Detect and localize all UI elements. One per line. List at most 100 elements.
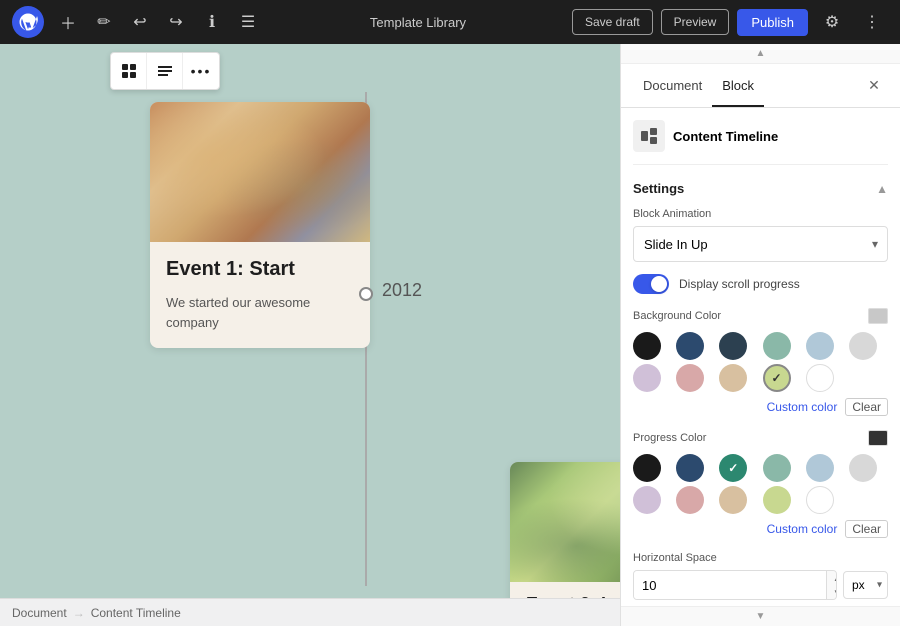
progress-swatch-yellow-green[interactable] [763,486,791,514]
progress-swatch-light-blue[interactable] [806,454,834,482]
top-bar: ＋ ✏ ↩ ↪ ℹ ☰ Template Library Save draft … [0,0,900,44]
bg-color-preview [868,308,888,324]
event-1-body: Event 1: Start We started our awesome co… [150,242,370,348]
animation-select[interactable]: Slide In Up [633,226,888,262]
add-block-button[interactable]: ＋ [52,6,84,38]
event-1-title: Event 1: Start [166,258,354,281]
settings-button[interactable]: ⚙ [816,6,848,38]
top-bar-right: Save draft Preview Publish ⚙ ⋮ [572,6,888,38]
color-swatch-rose[interactable] [676,364,704,392]
progress-swatch-rose[interactable] [676,486,704,514]
h-space-input[interactable] [634,571,826,599]
block-name-label: Content Timeline [673,129,778,144]
color-swatch-sage-green[interactable] [763,332,791,360]
block-more-button[interactable]: ••• [183,53,219,89]
main-layout: ••• Event 1: Start We started our awesom [0,44,900,626]
tab-document[interactable]: Document [633,66,712,107]
progress-color-header: Progress Color [633,430,888,446]
h-space-label: Horizontal Space [633,552,888,564]
block-grid-button[interactable] [111,53,147,89]
settings-collapse-icon: ▲ [876,182,888,196]
progress-custom-color-link[interactable]: Custom color [767,522,838,536]
top-bar-actions: ＋ ✏ ↩ ↪ ℹ ☰ [52,6,264,38]
save-draft-button[interactable]: Save draft [572,9,653,35]
bg-custom-color-link[interactable]: Custom color [767,400,838,414]
panel-scroll-up-button[interactable]: ▲ [621,44,900,64]
color-swatch-white[interactable] [806,364,834,392]
color-swatch-yellow-green[interactable] [763,364,791,392]
progress-swatch-sage-green[interactable] [763,454,791,482]
redo-button[interactable]: ↪ [160,6,192,38]
scroll-progress-row: Display scroll progress [633,274,888,294]
bg-color-section: Background Color [633,308,888,416]
settings-section: Settings ▲ Block Animation Slide In Up D… [633,181,888,606]
progress-swatch-teal[interactable] [719,454,747,482]
info-button[interactable]: ℹ [196,6,228,38]
animation-select-wrapper: Slide In Up [633,226,888,262]
h-space-increment[interactable]: ▲ [827,571,837,585]
canvas-content: Event 1: Start We started our awesome co… [50,92,620,626]
publish-button[interactable]: Publish [737,9,808,36]
progress-swatch-black[interactable] [633,454,661,482]
breadcrumb-arrow: → [73,606,85,620]
color-swatch-light-gray[interactable] [849,332,877,360]
block-toolbar: ••• [110,52,220,90]
color-swatch-dark-blue[interactable] [676,332,704,360]
timeline-dot-1 [359,287,373,301]
progress-color-label: Progress Color [633,432,706,444]
event-1-card: Event 1: Start We started our awesome co… [130,102,350,348]
editor-area: ••• Event 1: Start We started our awesom [0,44,620,626]
more-options-button[interactable]: ⋮ [856,6,888,38]
progress-swatch-lavender[interactable] [633,486,661,514]
progress-swatch-white[interactable] [806,486,834,514]
panel-content: Content Timeline Settings ▲ Block Animat… [621,108,900,606]
block-icon [633,120,665,152]
color-swatch-black[interactable] [633,332,661,360]
panel-scroll-down-button[interactable]: ▼ [621,606,900,626]
h-space-unit-wrapper: px % em [843,571,888,599]
block-align-button[interactable] [147,53,183,89]
preview-button[interactable]: Preview [661,9,730,35]
scroll-progress-toggle[interactable] [633,274,669,294]
progress-clear-button[interactable]: Clear [845,520,888,538]
panel-close-button[interactable]: ✕ [860,72,888,100]
event-2-image [510,462,620,582]
tab-block[interactable]: Block [712,66,764,107]
wp-logo[interactable] [12,6,44,38]
color-swatch-tan[interactable] [719,364,747,392]
bg-color-links: Custom color Clear [633,398,888,416]
panel-tabs: Document Block ✕ [621,64,900,108]
progress-color-palette [633,454,888,514]
bg-clear-button[interactable]: Clear [845,398,888,416]
right-panel: ▲ Document Block ✕ Content Timeline [620,44,900,626]
progress-color-preview [868,430,888,446]
h-space-decrement[interactable]: ▼ [827,585,837,599]
editor-title: Template Library [272,15,564,30]
color-swatch-lavender[interactable] [633,364,661,392]
toggle-knob [651,276,667,292]
tools-button[interactable]: ✏ [88,6,120,38]
bg-color-palette [633,332,888,392]
bg-color-header: Background Color [633,308,888,324]
progress-color-links: Custom color Clear [633,520,888,538]
h-space-input-wrapper: ▲ ▼ [633,570,837,600]
bg-color-label: Background Color [633,310,721,322]
h-space-row: ▲ ▼ px % em [633,570,888,600]
progress-swatch-tan[interactable] [719,486,747,514]
progress-swatch-dark-blue[interactable] [676,454,704,482]
progress-swatch-light-gray[interactable] [849,454,877,482]
h-space-unit-select[interactable]: px % em [843,571,888,599]
settings-header[interactable]: Settings ▲ [633,181,888,196]
scroll-progress-label: Display scroll progress [679,277,800,291]
status-bar: Document → Content Timeline [0,598,620,626]
color-swatch-light-blue[interactable] [806,332,834,360]
undo-button[interactable]: ↩ [124,6,156,38]
breadcrumb-content-timeline[interactable]: Content Timeline [91,606,181,620]
animation-label: Block Animation [633,208,888,220]
breadcrumb-document[interactable]: Document [12,606,67,620]
h-space-steppers: ▲ ▼ [826,571,837,599]
list-view-button[interactable]: ☰ [232,6,264,38]
block-header: Content Timeline [633,120,888,165]
event-1-text: We started our awesome company [166,293,354,332]
color-swatch-dark-slate[interactable] [719,332,747,360]
